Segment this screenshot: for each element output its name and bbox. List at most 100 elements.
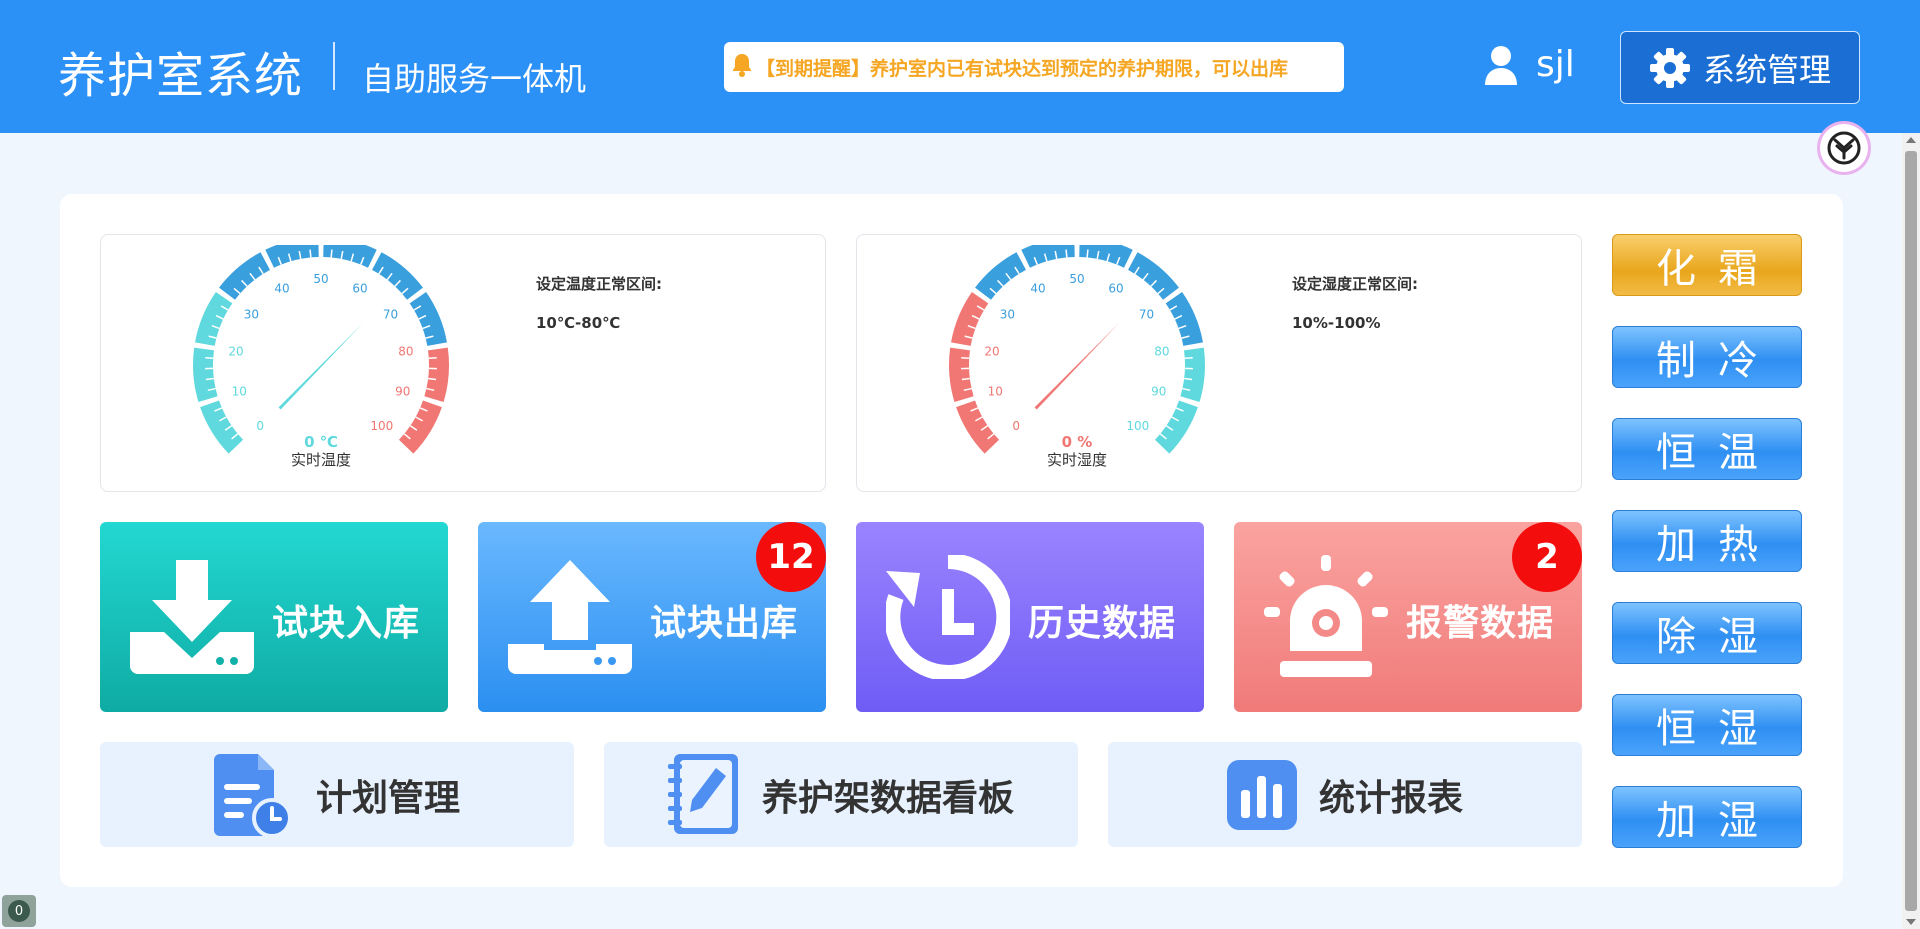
temperature-range-label: 设定温度正常区间:: [536, 275, 662, 293]
gauge-tick-label: 30: [244, 307, 259, 321]
gauge-minor-tick: [961, 356, 970, 359]
gauge-tick-label: 70: [1139, 307, 1154, 321]
specimen-inbound-label: 试块入库: [272, 603, 421, 644]
statistics-report-button[interactable]: 统计报表: [1108, 742, 1582, 847]
constant-temperature-label: 恒温: [1656, 430, 1780, 476]
app-title: 养护室系统: [58, 48, 304, 104]
gauge-segment: [1128, 252, 1179, 300]
current-user[interactable]: sjl: [1484, 44, 1575, 85]
gauge-tick-label: 0: [1012, 419, 1020, 433]
top-header: 养护室系统 自助服务一体机 【到期提醒】养护室内已有试块达到预定的养护期限，可以…: [0, 0, 1920, 133]
specimen-outbound-tile[interactable]: 试块出库 12: [478, 522, 826, 712]
gauge-minor-tick: [1065, 249, 1068, 258]
gauge-segment: [193, 347, 218, 402]
gauge-tick-label: 100: [370, 419, 393, 433]
corner-counter-badge[interactable]: 0: [2, 895, 36, 927]
gauge-segment: [949, 347, 974, 402]
humidity-gauge-card: 0 10 20 30 40 50 60 70 80 90 100 0 % 实时湿度 设定湿度正常区间: …: [856, 234, 1582, 492]
cooling-label: 制冷: [1656, 338, 1780, 384]
humidify-button[interactable]: 加湿: [1612, 786, 1802, 848]
temperature-range-value: 10℃-80℃: [536, 314, 621, 332]
scrollbar-thumb[interactable]: [1905, 151, 1917, 911]
gauge-reading: 0 %: [1062, 433, 1093, 451]
gear-icon: [1649, 47, 1690, 88]
gauge-reading: 0 ℃: [304, 433, 338, 451]
gauge-tick-label: 90: [1151, 385, 1166, 399]
dehumidify-label: 除湿: [1656, 614, 1780, 660]
rack-data-board-button[interactable]: 养护架数据看板: [604, 742, 1078, 847]
gauge-segment: [1180, 347, 1205, 402]
gauge-minor-tick: [205, 377, 214, 381]
statistics-report-label: 统计报表: [1318, 777, 1463, 819]
gauge-tick-label: 20: [228, 345, 243, 359]
alarm-data-label: 报警数据: [1406, 603, 1555, 644]
constant-humidity-label: 恒湿: [1656, 706, 1780, 752]
user-name: sjl: [1536, 44, 1575, 85]
rack-data-board-label: 养护架数据看板: [761, 777, 1014, 819]
heating-button[interactable]: 加热: [1612, 510, 1802, 572]
history-clock-icon: [886, 555, 1010, 679]
gauge-tick-label: 60: [352, 281, 367, 295]
gauge-tick-label: 30: [1000, 307, 1015, 321]
gauge-tick-label: 60: [1108, 281, 1123, 295]
assistant-logo-icon: [1827, 131, 1861, 165]
defrost-label: 化霜: [1656, 246, 1780, 292]
gauge-segment: [372, 252, 423, 300]
constant-humidity-button[interactable]: 恒湿: [1612, 694, 1802, 756]
alarm-data-tile[interactable]: 报警数据 2: [1234, 522, 1582, 712]
gauge-tick-label: 10: [232, 385, 247, 399]
gauge-tick-label: 100: [1126, 419, 1149, 433]
gauge-minor-tick: [961, 377, 970, 381]
main-panel: 0 10 20 30 40 50 60 70 80 90 100 0 ℃ 实时温度 设定温度正常区间: …: [60, 194, 1843, 887]
humidity-gauge: 0 10 20 30 40 50 60 70 80 90 100 0 %实时湿度: [949, 245, 1205, 469]
humidity-range-label: 设定湿度正常区间:: [1292, 275, 1418, 293]
expiry-notice-bar[interactable]: 【到期提醒】养护室内已有试块达到预定的养护期限，可以出库: [724, 42, 1344, 92]
gauge-label: 实时温度: [291, 451, 351, 469]
gauge-minor-tick: [1184, 377, 1193, 381]
cooling-button[interactable]: 制冷: [1612, 326, 1802, 388]
system-management-button[interactable]: 系统管理: [1620, 31, 1860, 104]
temperature-gauge-card: 0 10 20 30 40 50 60 70 80 90 100 0 ℃ 实时温度 设定温度正常区间: …: [100, 234, 826, 492]
heating-label: 加热: [1656, 522, 1780, 568]
humidify-label: 加湿: [1656, 798, 1780, 844]
gauge-segment: [975, 252, 1026, 300]
alarm-count-badge: 2: [1512, 522, 1582, 592]
gauge-segment: [424, 347, 450, 402]
plan-management-button[interactable]: 计划管理: [100, 742, 574, 847]
scroll-down-arrow-icon[interactable]: [1906, 919, 1916, 925]
gauge-tick-label: 90: [395, 385, 410, 399]
dehumidify-button[interactable]: 除湿: [1612, 602, 1802, 664]
gauge-minor-tick: [1184, 356, 1193, 359]
gauge-tick-label: 40: [1030, 281, 1045, 295]
notebook-pen-icon: [667, 753, 738, 834]
gauge-tick-label: 0: [256, 419, 264, 433]
floating-assistant-logo[interactable]: [1820, 124, 1868, 172]
user-icon: [1485, 45, 1517, 85]
history-data-tile[interactable]: 历史数据: [856, 522, 1204, 712]
defrost-button[interactable]: 化霜: [1612, 234, 1802, 296]
gauge-tick-label: 20: [984, 345, 999, 359]
constant-temperature-button[interactable]: 恒温: [1612, 418, 1802, 480]
history-data-label: 历史数据: [1028, 603, 1177, 644]
gauge-tick-label: 80: [1154, 345, 1169, 359]
gauge-minor-tick: [1086, 249, 1089, 258]
gauge-needle: [278, 322, 364, 410]
gauge-needle: [1034, 322, 1120, 410]
gauge-label: 实时湿度: [1047, 451, 1107, 469]
system-management-label: 系统管理: [1702, 50, 1831, 89]
humidity-range-value: 10%-100%: [1292, 314, 1381, 332]
title-divider: [333, 42, 335, 90]
scroll-up-arrow-icon[interactable]: [1906, 137, 1916, 143]
gauge-tick-label: 80: [398, 345, 413, 359]
corner-counter-value: 0: [8, 900, 30, 922]
specimen-inbound-tile[interactable]: 试块入库: [100, 522, 448, 712]
bell-icon: [730, 52, 754, 83]
gauge-minor-tick: [309, 249, 312, 258]
alarm-light-icon: [1264, 555, 1388, 677]
outbound-count-badge: 12: [756, 522, 826, 592]
page-scrollbar[interactable]: [1902, 133, 1920, 929]
bar-chart-icon: [1226, 759, 1297, 830]
specimen-outbound-label: 试块出库: [650, 603, 799, 644]
app-subtitle: 自助服务一体机: [362, 60, 587, 98]
gauge-tick-label: 10: [988, 385, 1003, 399]
